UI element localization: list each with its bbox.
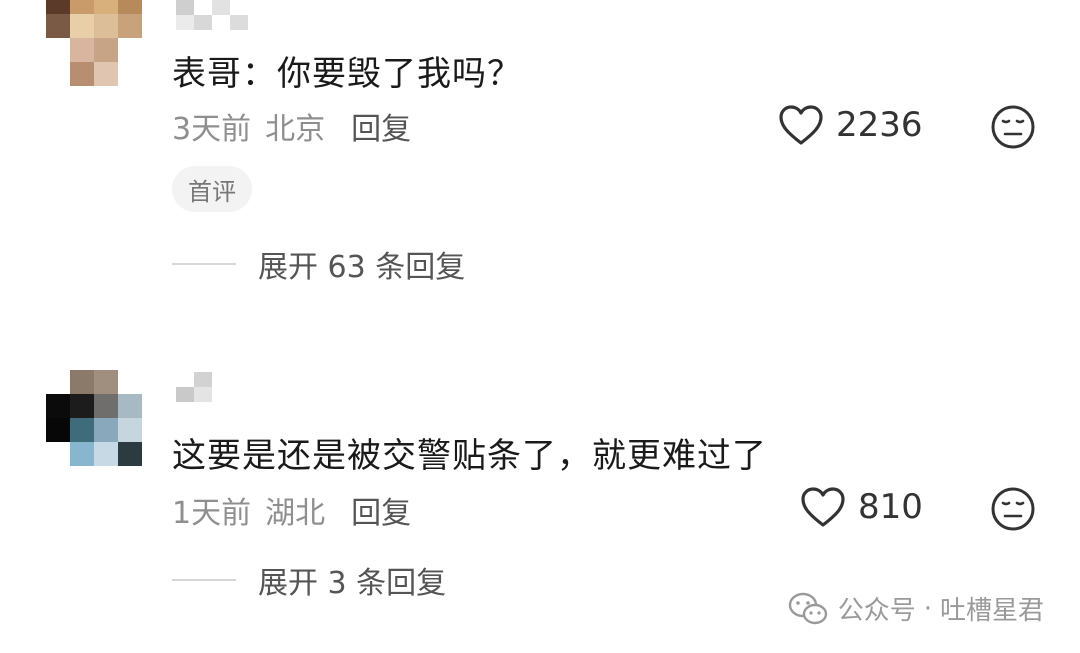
comment-meta: 1天前 湖北 回复 (172, 488, 411, 532)
watermark: 公众号 · 吐槽星君 (788, 590, 1044, 627)
avatar[interactable] (46, 0, 142, 86)
comment-location: 湖北 (265, 496, 326, 531)
neutral-face-icon (991, 105, 1035, 149)
reply-button[interactable]: 回复 (351, 112, 411, 147)
username[interactable] (176, 0, 256, 30)
like-button[interactable]: 2236 (778, 104, 923, 146)
comment-meta: 3天前 北京 回复 (172, 104, 411, 148)
comment-time: 1天前 (172, 496, 252, 531)
reaction-button[interactable] (990, 486, 1036, 536)
heart-outline-icon (779, 105, 823, 145)
username[interactable] (176, 372, 216, 402)
watermark-separator: · (923, 593, 932, 624)
heart-outline-icon (801, 487, 845, 527)
watermark-label: 公众号 (837, 596, 916, 626)
comment-time: 3天前 (172, 112, 252, 147)
reaction-button[interactable] (990, 104, 1036, 154)
neutral-face-icon (991, 487, 1035, 531)
expand-replies-button[interactable]: 展开 3 条回复 (172, 558, 446, 602)
comment-text: 表哥：你要毁了我吗？ (172, 54, 522, 94)
first-comment-badge: 首评 (172, 166, 252, 212)
divider (172, 579, 236, 581)
watermark-account: 吐槽星君 (939, 596, 1044, 626)
like-count: 2236 (836, 105, 923, 145)
comment-location: 北京 (265, 112, 326, 147)
expand-replies-label: 展开 63 条回复 (258, 250, 466, 285)
reply-button[interactable]: 回复 (351, 496, 411, 531)
expand-replies-button[interactable]: 展开 63 条回复 (172, 242, 465, 286)
divider (172, 263, 236, 265)
wechat-icon (788, 592, 827, 624)
like-count: 810 (858, 487, 923, 527)
like-button[interactable]: 810 (800, 486, 923, 528)
avatar[interactable] (46, 370, 142, 466)
expand-replies-label: 展开 3 条回复 (258, 566, 447, 601)
comment-text: 这要是还是被交警贴条了，就更难过了 (172, 436, 767, 476)
